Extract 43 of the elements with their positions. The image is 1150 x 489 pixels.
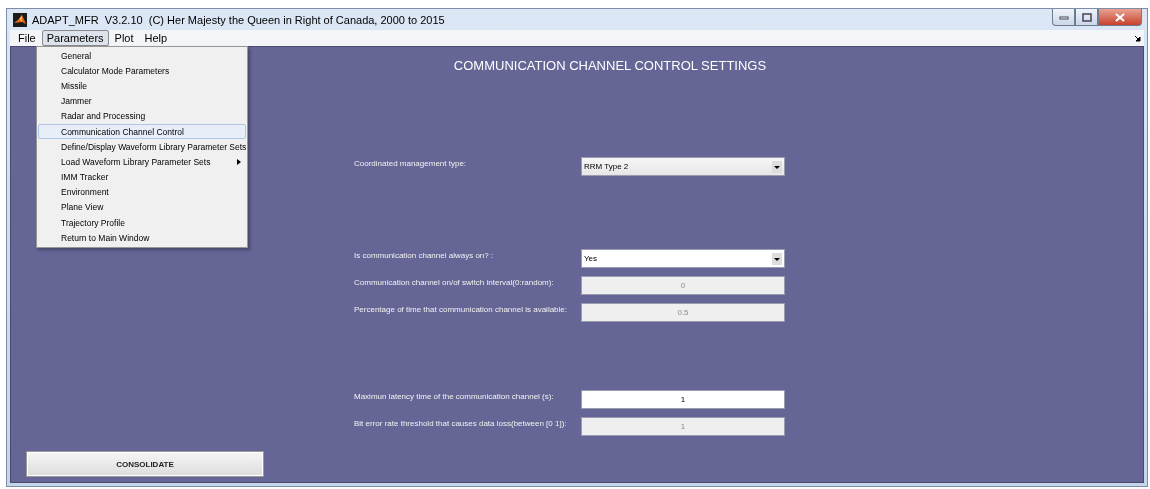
page-heading: COMMUNICATION CHANNEL CONTROL SETTINGS <box>453 58 767 73</box>
menu-item[interactable]: Environment <box>38 184 246 200</box>
menu-item[interactable]: Radar and Processing <box>38 108 246 124</box>
field-label: Bit error rate threshold that causes data loss(between [0 1]): <box>354 418 568 428</box>
dropdown[interactable]: RRM Type 2 <box>581 157 785 176</box>
field-label: Coordinated management type: <box>354 158 468 168</box>
consolidate-button[interactable]: CONSOLIDATE <box>26 451 264 477</box>
field-label: Is communication channel always on? : <box>354 250 495 260</box>
dropdown[interactable]: Yes <box>581 249 785 268</box>
dropdown-value: Yes <box>584 254 598 263</box>
field-label: Percentage of time that communication channel is available: <box>354 304 568 314</box>
menu-item[interactable]: Help <box>139 30 173 46</box>
minimize-button[interactable] <box>1052 9 1075 26</box>
field-label: Communication channel on/of switch interval(0:random): <box>354 277 555 287</box>
submenu-arrow-icon <box>237 158 241 165</box>
menu-item[interactable]: Jammer <box>38 93 246 109</box>
menu-item[interactable]: File <box>13 30 41 46</box>
input-field: 0.5 <box>581 303 785 322</box>
menu-item[interactable]: Load Waveform Library Parameter Sets <box>38 154 246 170</box>
menu-item[interactable]: Plot <box>109 30 139 46</box>
dock-arrow-icon[interactable] <box>1134 35 1141 42</box>
menu-item[interactable]: General <box>38 48 246 64</box>
menu-item[interactable]: Plane View <box>38 199 246 216</box>
input-field: 1 <box>581 417 785 436</box>
field-label: Maximun latency time of the communication channel (s): <box>354 391 555 401</box>
dropdown-value: RRM Type 2 <box>584 162 629 171</box>
maximize-icon <box>1081 12 1092 22</box>
app-icon <box>13 12 27 27</box>
menu-item[interactable]: Missile <box>38 78 246 94</box>
menu-item[interactable]: Communication Channel Control <box>38 123 246 140</box>
menu-item[interactable]: Parameters <box>41 30 109 46</box>
maximize-button[interactable] <box>1075 9 1098 26</box>
minimize-icon <box>1058 14 1069 20</box>
close-icon <box>1115 12 1125 22</box>
menu-item[interactable]: Return to Main Window <box>38 230 246 246</box>
menu-item[interactable]: IMM Tracker <box>38 169 246 185</box>
menu-item[interactable]: Define/Display Waveform Library Parameter Sets <box>38 139 246 155</box>
window-title: ADAPT_MFR V3.2.10 (C) Her Majesty the Queen in Right of Canada, 2000 to 2015 <box>32 13 445 26</box>
input-field: 0 <box>581 276 785 295</box>
menu-item[interactable]: Trajectory Profile <box>38 215 246 231</box>
close-button[interactable] <box>1098 9 1142 26</box>
input-field[interactable]: 1 <box>581 390 785 409</box>
menu-item[interactable]: Calculator Mode Parameters <box>38 63 246 79</box>
